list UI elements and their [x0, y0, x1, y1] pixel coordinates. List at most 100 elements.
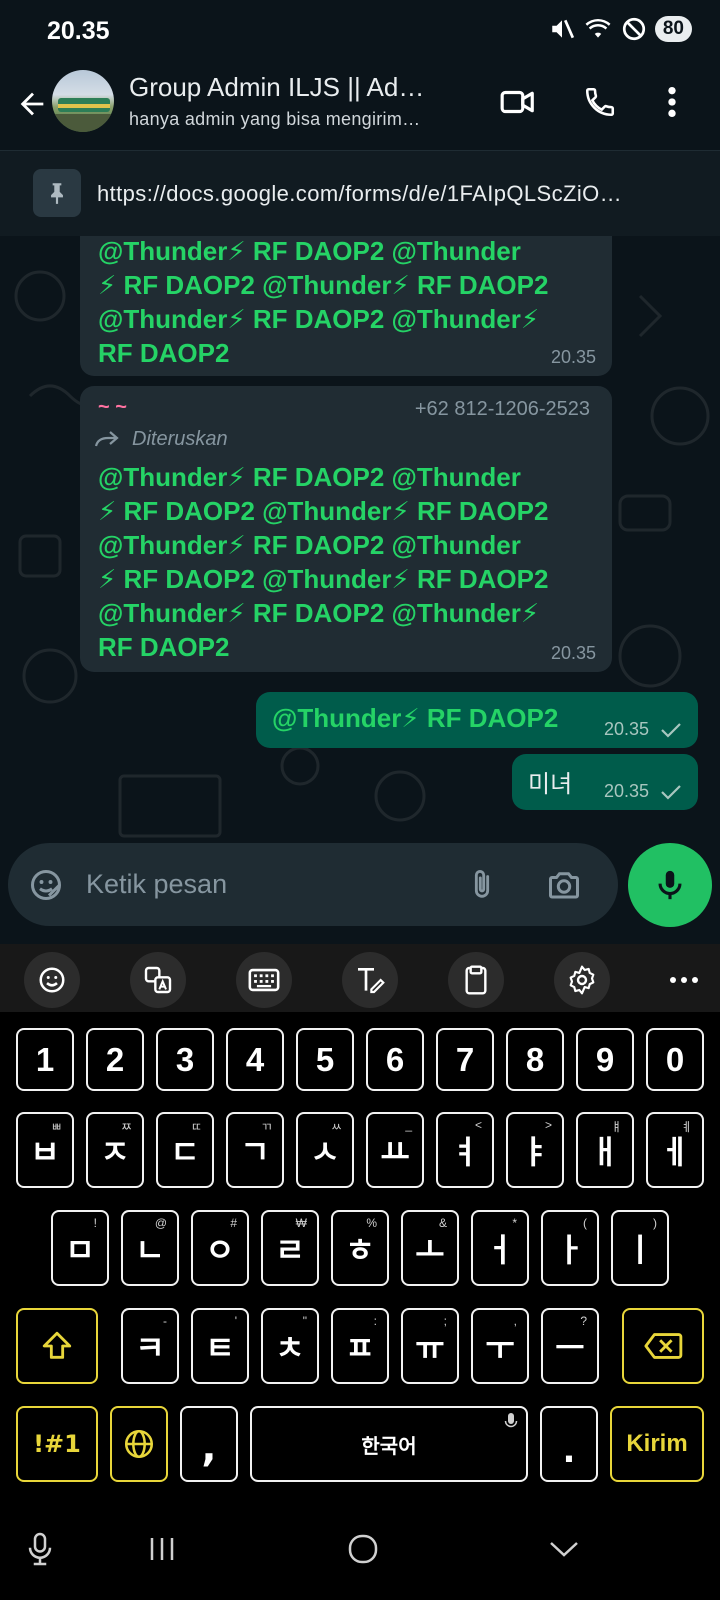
key-label: 2	[105, 1040, 125, 1078]
attach-button[interactable]	[460, 863, 504, 907]
key-ae[interactable]: ㅒㅐ	[576, 1112, 634, 1188]
camera-button[interactable]	[542, 863, 586, 907]
key-yo[interactable]: _ ㅛ	[366, 1112, 424, 1188]
video-call-button[interactable]	[492, 76, 544, 128]
sticker-button[interactable]	[24, 863, 68, 907]
key-hieut[interactable]: % ㅎ	[331, 1210, 389, 1286]
key-eo[interactable]: * ㅓ	[471, 1210, 529, 1286]
key-label: 한국어	[361, 1433, 417, 1458]
key-label: ㄴ	[135, 1231, 165, 1269]
home-button[interactable]	[333, 1524, 393, 1574]
wifi-icon	[585, 18, 611, 38]
sender-name[interactable]: ~ ~	[98, 396, 127, 419]
chat-subtitle[interactable]: hanya admin yang bisa mengirim…	[129, 109, 474, 130]
back-arrow-icon	[20, 92, 44, 116]
message-time: 20.35	[603, 781, 649, 801]
kebab-menu-icon	[668, 86, 676, 118]
message-bubble-outgoing-2[interactable]: 미녀 20.35	[512, 754, 698, 810]
back-button[interactable]	[12, 80, 52, 128]
message-bubble-incoming-2[interactable]: ~ ~ +62 812-1206-2523 Diteruskan @Thunde…	[80, 386, 612, 672]
comma-key[interactable]: ,	[180, 1406, 238, 1482]
language-key[interactable]	[110, 1406, 168, 1482]
key-jieut[interactable]: ㅉㅈ	[86, 1112, 144, 1188]
key-a[interactable]: (ㅏ	[541, 1210, 599, 1286]
emoji-button[interactable]	[24, 952, 80, 1008]
symbols-key[interactable]: !#1	[16, 1406, 98, 1482]
key-hint: -	[163, 1314, 167, 1328]
key-3[interactable]: 3	[156, 1028, 214, 1091]
key-ya[interactable]: > ㅑ	[506, 1112, 564, 1188]
key-i[interactable]: ) ㅣ	[611, 1210, 669, 1286]
toolbar-more-button[interactable]	[656, 952, 712, 1008]
key-label: ,	[201, 1425, 217, 1471]
keyboard-mic-button[interactable]	[10, 1524, 70, 1574]
microphone-icon	[658, 870, 682, 900]
key-digeut[interactable]: ㄸㄷ	[156, 1112, 214, 1188]
key-mieum[interactable]: ! ㅁ	[51, 1210, 109, 1286]
key-u[interactable]: ,ㅜ	[471, 1308, 529, 1384]
key-0[interactable]: 0	[646, 1028, 704, 1091]
pinned-message-bar[interactable]: https://docs.google.com/forms/d/e/1FAIpQ…	[0, 150, 720, 236]
key-4[interactable]: 4	[226, 1028, 284, 1091]
keyboard-settings-button[interactable]	[554, 952, 610, 1008]
key-7[interactable]: 7	[436, 1028, 494, 1091]
key-label: ㅡ	[555, 1329, 585, 1367]
key-6[interactable]: 6	[366, 1028, 424, 1091]
key-e[interactable]: ㅖㅔ	[646, 1112, 704, 1188]
keyboard: 1 2 3 4 5 6 7 8 9 0 ㅃㅂ ㅉㅈ ㄸㄷ ㄲㄱ ㅆㅅ _ ㅛ < ㅕ…	[0, 944, 720, 1496]
key-hint: %	[366, 1216, 377, 1230]
chat-area[interactable]: @Thunder⚡ RF DAOP2 @Thunder ⚡ RF DAOP2 @…	[0, 236, 720, 840]
message-bubble-outgoing-1[interactable]: @Thunder⚡ RF DAOP2 20.35	[256, 692, 698, 748]
key-rieul[interactable]: ₩ ㄹ	[261, 1210, 319, 1286]
recents-icon	[150, 1538, 174, 1560]
message-bubble-incoming-1[interactable]: @Thunder⚡ RF DAOP2 @Thunder ⚡ RF DAOP2 @…	[80, 236, 612, 376]
clipboard-button[interactable]	[448, 952, 504, 1008]
shift-key[interactable]	[16, 1308, 98, 1384]
key-9[interactable]: 9	[576, 1028, 634, 1091]
message-text: 미녀	[528, 770, 573, 798]
key-nieun[interactable]: @ ㄴ	[121, 1210, 179, 1286]
message-input-bar[interactable]: Ketik pesan	[8, 843, 618, 926]
key-ieung[interactable]: # ㅇ	[191, 1210, 249, 1286]
key-hint: _	[405, 1118, 412, 1132]
forwarded-text: Diteruskan	[132, 428, 228, 450]
group-avatar[interactable]	[52, 70, 114, 132]
translate-button[interactable]	[130, 952, 186, 1008]
handwriting-button[interactable]	[342, 952, 398, 1008]
send-key[interactable]: Kirim	[610, 1406, 704, 1482]
key-giyeok[interactable]: ㄲㄱ	[226, 1112, 284, 1188]
voice-call-button[interactable]	[574, 76, 626, 128]
message-input-placeholder[interactable]: Ketik pesan	[86, 869, 227, 900]
key-yu[interactable]: ; ㅠ	[401, 1308, 459, 1384]
more-options-button[interactable]	[654, 76, 690, 128]
key-hint: ?	[580, 1314, 587, 1328]
status-icons: 80	[549, 16, 692, 42]
key-yeo[interactable]: < ㅕ	[436, 1112, 494, 1188]
key-1[interactable]: 1	[16, 1028, 74, 1091]
keyboard-layout-button[interactable]	[236, 952, 292, 1008]
key-siot[interactable]: ㅆㅅ	[296, 1112, 354, 1188]
phone-icon	[585, 87, 615, 117]
space-key[interactable]: 한국어	[250, 1406, 528, 1482]
period-key[interactable]: .	[540, 1406, 598, 1482]
voice-record-button[interactable]	[628, 843, 712, 927]
key-2[interactable]: 2	[86, 1028, 144, 1091]
key-hint: ㅉ	[120, 1120, 132, 1134]
key-o[interactable]: & ㅗ	[401, 1210, 459, 1286]
key-8[interactable]: 8	[506, 1028, 564, 1091]
key-chieut[interactable]: " ㅊ	[261, 1308, 319, 1384]
key-label: .	[562, 1431, 576, 1471]
hide-keyboard-button[interactable]	[534, 1524, 594, 1574]
key-label: Kirim	[626, 1430, 688, 1457]
key-eu[interactable]: ? ㅡ	[541, 1308, 599, 1384]
chat-title[interactable]: Group Admin ILJS || Ad…	[129, 72, 474, 103]
backspace-key[interactable]	[622, 1308, 704, 1384]
recent-apps-button[interactable]	[132, 1524, 192, 1574]
key-tieut[interactable]: ' ㅌ	[191, 1308, 249, 1384]
key-bieup[interactable]: ㅃㅂ	[16, 1112, 74, 1188]
key-kieuk[interactable]: -ㅋ	[121, 1308, 179, 1384]
sender-phone[interactable]: +62 812-1206-2523	[415, 398, 590, 421]
key-5[interactable]: 5	[296, 1028, 354, 1091]
key-pieup[interactable]: :ㅍ	[331, 1308, 389, 1384]
home-icon	[348, 1534, 378, 1564]
